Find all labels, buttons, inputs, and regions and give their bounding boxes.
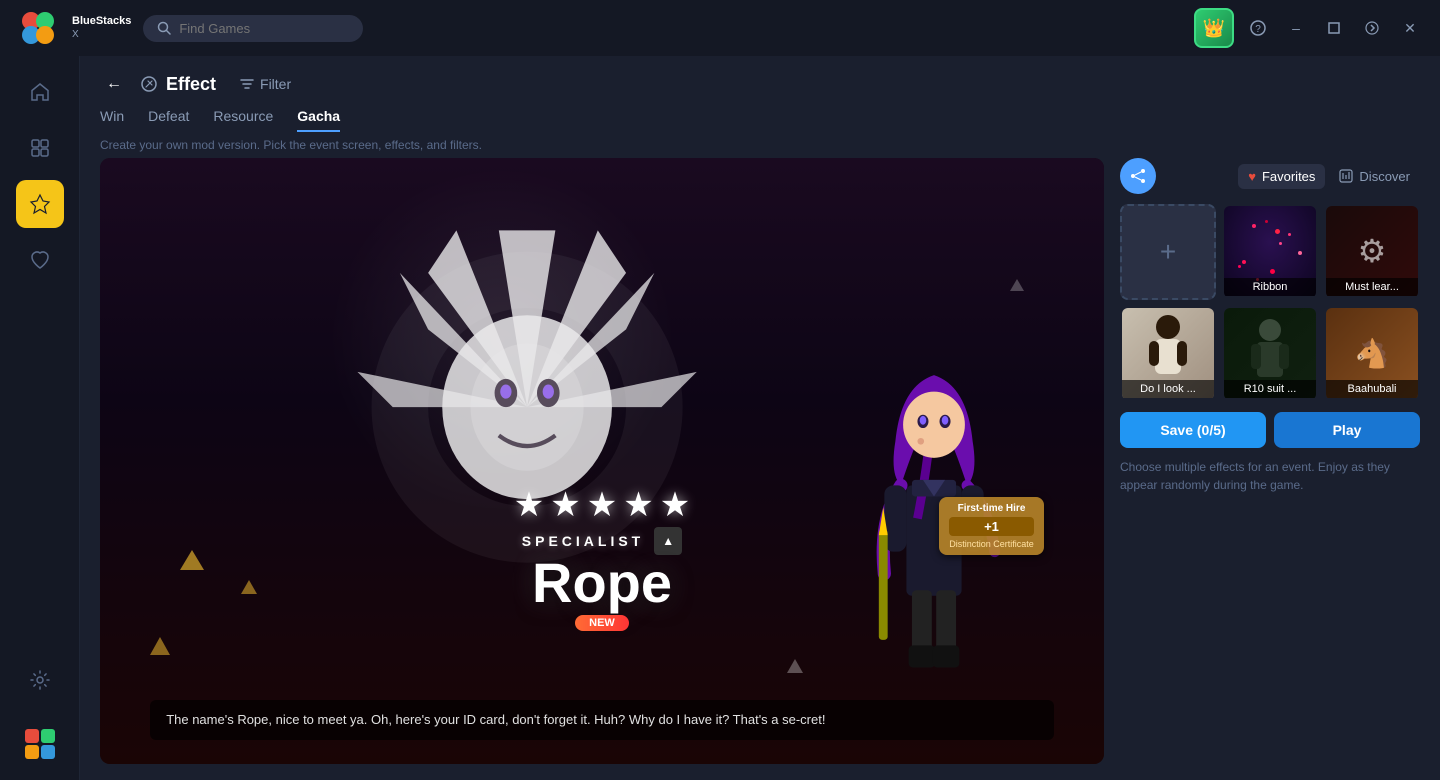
filter-icon — [240, 77, 254, 91]
tab-description: Create your own mod version. Pick the ev… — [80, 132, 1440, 158]
person-silhouette-1 — [1143, 313, 1193, 388]
star-3: ★ — [587, 485, 617, 525]
filter-button[interactable]: Filter — [228, 72, 303, 96]
star-4: ★ — [623, 485, 653, 525]
sidebar-item-settings[interactable] — [16, 656, 64, 704]
specialist-label: SPECIALIST — [522, 533, 644, 549]
brand-version: X — [72, 29, 131, 41]
dolook-label: Do I look ... — [1122, 380, 1214, 398]
titlebar-right: 👑 ? – ✕ — [1194, 8, 1424, 48]
tab-defeat[interactable]: Defeat — [148, 108, 189, 132]
share-button[interactable] — [1120, 158, 1156, 194]
discover-tab[interactable]: Discover — [1329, 164, 1420, 189]
thumbnail-mustlear[interactable]: ⚙ Must lear... — [1324, 204, 1420, 300]
play-button[interactable]: Play — [1274, 412, 1420, 448]
titlebar: BlueStacks X 👑 ? – ✕ — [0, 0, 1440, 56]
thumbnail-baahubali[interactable]: 🐴 Baahubali — [1324, 306, 1420, 402]
tab-resource[interactable]: Resource — [213, 108, 273, 132]
effect-header: ← Effect Filter — [80, 56, 1440, 98]
minimize-button[interactable]: – — [1282, 14, 1310, 42]
brand-name: BlueStacks — [72, 15, 131, 28]
star-5: ★ — [660, 485, 690, 525]
titlebar-left: BlueStacks X — [16, 6, 363, 50]
back-button[interactable]: ← — [100, 70, 128, 98]
search-bar[interactable] — [143, 15, 363, 42]
mustlear-label: Must lear... — [1326, 278, 1418, 296]
right-panel: ♥ Favorites Discover + — [1120, 158, 1420, 764]
triangle-decoration-4 — [787, 659, 803, 673]
favorites-label: Favorites — [1262, 169, 1315, 184]
discover-label: Discover — [1359, 169, 1410, 184]
discover-icon — [1339, 169, 1353, 183]
add-new-button[interactable]: + — [1120, 204, 1216, 300]
preview-panel: ★ ★ ★ ★ ★ SPECIALIST ▲ Rope — [100, 158, 1104, 764]
main-layout: ← Effect Filter Win Defeat Resource Gach… — [0, 56, 1440, 780]
thumbnails-grid: + — [1120, 204, 1420, 402]
panel-actions: ♥ Favorites Discover — [1120, 158, 1420, 194]
forward-button[interactable] — [1358, 14, 1386, 42]
gacha-scene: ★ ★ ★ ★ ★ SPECIALIST ▲ Rope — [100, 158, 1104, 764]
star-2: ★ — [550, 485, 580, 525]
favorites-tab[interactable]: ♥ Favorites — [1238, 164, 1325, 189]
baahubali-label: Baahubali — [1326, 380, 1418, 398]
content: ← Effect Filter Win Defeat Resource Gach… — [80, 56, 1440, 780]
thumbnail-dolook[interactable]: Do I look ... — [1120, 306, 1216, 402]
hire-card: First-time Hire +1 Distinction Certifica… — [939, 497, 1044, 555]
sidebar-item-home[interactable] — [16, 68, 64, 116]
subtitle-text: The name's Rope, nice to meet ya. Oh, he… — [166, 712, 825, 727]
hire-card-title: First-time Hire — [949, 503, 1034, 514]
sidebar — [0, 56, 80, 780]
triangle-decoration-5 — [1010, 279, 1024, 291]
panels: ★ ★ ★ ★ ★ SPECIALIST ▲ Rope — [80, 158, 1440, 780]
sidebar-item-bluestacks[interactable] — [16, 720, 64, 768]
hint-text: Choose multiple effects for an event. En… — [1120, 458, 1420, 494]
sidebar-item-favorites[interactable] — [16, 236, 64, 284]
stars-container: ★ ★ ★ ★ ★ — [514, 485, 690, 525]
effect-title: Effect — [140, 74, 216, 95]
search-input[interactable] — [179, 21, 339, 36]
action-buttons: Save (0/5) Play — [1120, 412, 1420, 448]
tabs: Win Defeat Resource Gacha — [80, 98, 1440, 132]
filter-label: Filter — [260, 76, 291, 92]
hire-card-badge: +1 — [949, 517, 1034, 536]
star-1: ★ — [514, 485, 544, 525]
action-tabs: ♥ Favorites Discover — [1238, 164, 1420, 189]
add-icon: + — [1160, 236, 1176, 268]
tab-gacha[interactable]: Gacha — [297, 108, 340, 132]
save-button[interactable]: Save (0/5) — [1120, 412, 1266, 448]
preview-frame: ★ ★ ★ ★ ★ SPECIALIST ▲ Rope — [100, 158, 1104, 764]
triangle-decoration-2 — [241, 580, 257, 594]
close-button[interactable]: ✕ — [1396, 14, 1424, 42]
r10-label: R10 suit ... — [1224, 380, 1316, 398]
help-button[interactable]: ? — [1244, 14, 1272, 42]
triangle-decoration-1 — [180, 550, 204, 570]
tab-win[interactable]: Win — [100, 108, 124, 132]
game-icon[interactable]: 👑 — [1194, 8, 1234, 48]
sidebar-item-apps[interactable] — [16, 124, 64, 172]
brand-text: BlueStacks X — [72, 15, 131, 40]
effect-wand-icon — [140, 75, 158, 93]
thumbnail-ribbon[interactable]: Ribbon — [1222, 204, 1318, 300]
effect-label: Effect — [166, 74, 216, 95]
svg-text:?: ? — [1255, 24, 1261, 35]
ribbon-label: Ribbon — [1224, 278, 1316, 296]
thumbnail-r10[interactable]: R10 suit ... — [1222, 306, 1318, 402]
new-badge: NEW — [575, 615, 629, 631]
maximize-button[interactable] — [1320, 14, 1348, 42]
bluestacks-logo — [16, 6, 60, 50]
heart-icon: ♥ — [1248, 169, 1256, 184]
hire-card-sub: Distinction Certificate — [949, 539, 1034, 549]
sidebar-item-effects[interactable] — [16, 180, 64, 228]
subtitle-box: The name's Rope, nice to meet ya. Oh, he… — [150, 700, 1054, 740]
triangle-decoration-3 — [150, 637, 170, 655]
search-icon — [157, 21, 171, 35]
